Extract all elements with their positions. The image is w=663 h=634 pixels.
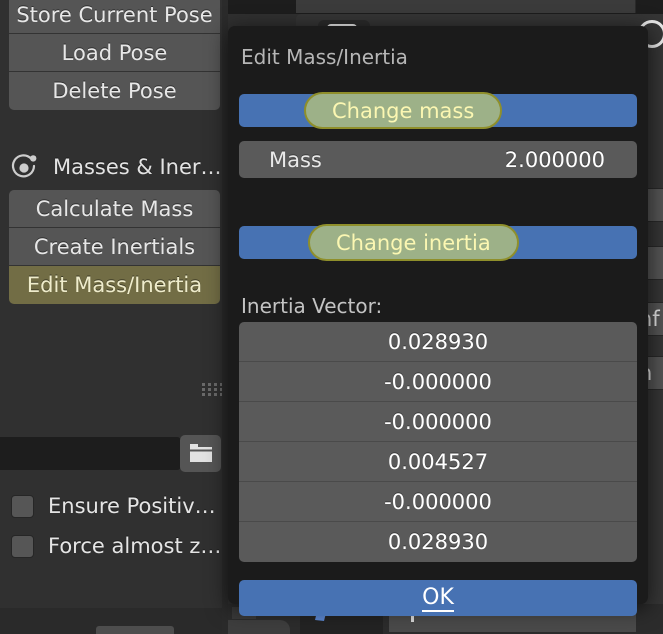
edit-mass-inertia-button[interactable]: Edit Mass/Inertia bbox=[9, 266, 220, 304]
app-root: r r nf n Store Current Pose Load Pose De… bbox=[0, 0, 663, 634]
inertia-value-5[interactable]: 0.028930 bbox=[239, 522, 637, 562]
background-top-divider bbox=[296, 0, 636, 13]
calculate-mass-button[interactable]: Calculate Mass bbox=[9, 190, 220, 228]
folder-icon bbox=[189, 442, 213, 463]
inertia-value-0[interactable]: 0.028930 bbox=[239, 322, 637, 362]
ensure-positive-checkbox[interactable] bbox=[11, 494, 34, 518]
dialog-title: Edit Mass/Inertia bbox=[241, 45, 408, 69]
inertia-value-2[interactable]: -0.000000 bbox=[239, 402, 637, 442]
ensure-positive-label: Ensure Positiv… bbox=[48, 494, 216, 518]
inertia-value-3[interactable]: 0.004527 bbox=[239, 442, 637, 482]
inertia-vector-label: Inertia Vector: bbox=[241, 294, 383, 318]
background-bottom-round bbox=[228, 620, 290, 634]
ensure-positive-checkbox-row[interactable]: Ensure Positiv… bbox=[11, 489, 221, 523]
mass-field-label: Mass bbox=[269, 147, 322, 172]
sidebar-bottom-tab[interactable] bbox=[96, 626, 174, 634]
store-current-pose-button[interactable]: Store Current Pose bbox=[9, 0, 220, 34]
path-row bbox=[0, 435, 228, 472]
masses-inertia-section-header[interactable]: Masses & Iner… bbox=[9, 146, 222, 188]
ok-button-label: OK bbox=[422, 585, 454, 612]
path-input[interactable] bbox=[0, 437, 181, 470]
inertia-button-group: Calculate Mass Create Inertials Edit Mas… bbox=[9, 190, 220, 304]
create-inertials-button[interactable]: Create Inertials bbox=[9, 228, 220, 266]
mass-field-value: 2.000000 bbox=[504, 147, 605, 172]
masses-inertia-icon bbox=[9, 152, 39, 182]
inertia-value-4[interactable]: -0.000000 bbox=[239, 482, 637, 522]
load-pose-button[interactable]: Load Pose bbox=[9, 34, 220, 72]
pose-button-group: Store Current Pose Load Pose Delete Pose bbox=[9, 0, 220, 110]
mass-field-row[interactable]: Mass 2.000000 bbox=[239, 141, 637, 178]
force-almost-zero-label: Force almost z… bbox=[48, 534, 222, 558]
force-almost-zero-checkbox[interactable] bbox=[11, 534, 34, 558]
change-mass-tooltip: Change mass bbox=[304, 92, 503, 129]
grip-dots-icon[interactable] bbox=[202, 383, 224, 396]
change-inertia-tooltip: Change inertia bbox=[308, 224, 519, 261]
masses-inertia-section-label: Masses & Iner… bbox=[53, 155, 222, 179]
edit-mass-inertia-dialog: Edit Mass/Inertia Change mass Mass 2.000… bbox=[228, 26, 648, 616]
ok-button[interactable]: OK bbox=[239, 580, 637, 616]
left-sidebar: Store Current Pose Load Pose Delete Pose… bbox=[0, 0, 228, 634]
inertia-value-1[interactable]: -0.000000 bbox=[239, 362, 637, 402]
inertia-vector-list: 0.028930 -0.000000 -0.000000 0.004527 -0… bbox=[239, 322, 637, 562]
force-almost-zero-checkbox-row[interactable]: Force almost z… bbox=[11, 529, 221, 563]
delete-pose-button[interactable]: Delete Pose bbox=[9, 72, 220, 110]
